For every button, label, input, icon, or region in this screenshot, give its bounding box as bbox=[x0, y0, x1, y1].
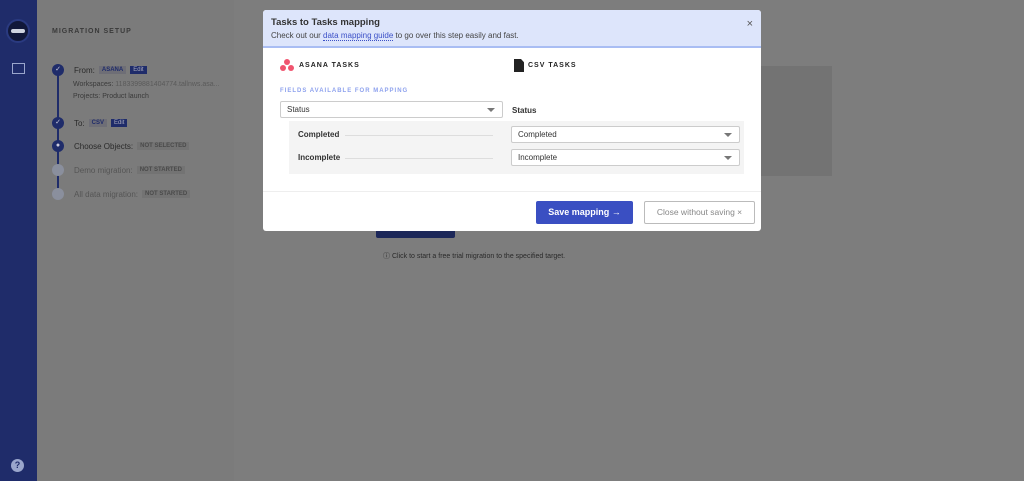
value-mapping-group: Completed Completed Incomplete Incomplet… bbox=[289, 121, 744, 174]
step-label: To: bbox=[74, 118, 85, 128]
info-icon: ⓘ bbox=[383, 253, 390, 260]
step-label: Demo migration: bbox=[74, 165, 133, 175]
workspaces-label: Workspaces: bbox=[73, 81, 114, 88]
help-icon[interactable]: ? bbox=[11, 459, 24, 472]
target-value-select[interactable]: Completed bbox=[511, 126, 740, 143]
step-label: All data migration: bbox=[74, 189, 139, 199]
edit-target-button[interactable]: Edit bbox=[111, 119, 128, 127]
step-from: ✓ From: ASANA Edit bbox=[52, 64, 147, 76]
source-field-select[interactable]: Status bbox=[280, 101, 503, 118]
target-value-select[interactable]: Incomplete bbox=[511, 149, 740, 166]
subtitle-text: to go over this step easily and fast. bbox=[393, 31, 519, 40]
edit-source-button[interactable]: Edit bbox=[130, 66, 147, 74]
step-all: All data migration: NOT STARTED bbox=[52, 188, 191, 200]
connector-line bbox=[345, 158, 493, 159]
projects-value: Product launch bbox=[102, 93, 149, 100]
status-badge: NOT STARTED bbox=[136, 166, 185, 174]
close-without-saving-button[interactable]: Close without saving × bbox=[644, 201, 755, 224]
asana-logo-icon bbox=[280, 59, 295, 72]
csv-file-icon bbox=[514, 59, 524, 72]
modal-title: Tasks to Tasks mapping bbox=[271, 17, 380, 28]
workspaces-info: Workspaces: 1183399881404774.tallnws.asa… bbox=[73, 81, 219, 88]
migration-setup-panel: MIGRATION SETUP ✓ From: ASANA Edit Workspac… bbox=[37, 0, 234, 481]
source-value: Incomplete bbox=[298, 153, 341, 162]
target-field-label: Status bbox=[512, 106, 537, 115]
fields-label: FIELDS AVAILABLE FOR MAPPING bbox=[280, 88, 409, 94]
step-label: From: bbox=[74, 65, 95, 75]
logo-icon bbox=[6, 19, 30, 43]
background-panel bbox=[760, 66, 832, 176]
step-choose: ● Choose Objects: NOT SELECTED bbox=[52, 140, 190, 152]
close-icon[interactable]: × bbox=[747, 18, 753, 30]
status-badge: NOT STARTED bbox=[142, 190, 191, 198]
save-mapping-button[interactable]: Save mapping → bbox=[536, 201, 633, 224]
source-title: ASANA TASKS bbox=[299, 62, 360, 69]
target-tag: CSV bbox=[88, 119, 108, 127]
subtitle-text: Check out our bbox=[271, 31, 324, 40]
status-badge: NOT SELECTED bbox=[137, 142, 190, 150]
modal-footer: Save mapping → Close without saving × bbox=[263, 191, 761, 231]
mapping-modal: Tasks to Tasks mapping Check out our dat… bbox=[263, 10, 761, 231]
source-value: Completed bbox=[298, 130, 340, 139]
source-tag: ASANA bbox=[98, 66, 127, 74]
panel-title: MIGRATION SETUP bbox=[52, 28, 132, 35]
hint-text: ⓘ Click to start a free trial migration … bbox=[383, 251, 565, 261]
projects-label: Projects: bbox=[73, 93, 101, 100]
target-header: CSV TASKS bbox=[514, 59, 577, 72]
modal-subtitle: Check out our data mapping guide to go o… bbox=[271, 31, 753, 41]
data-mapping-guide-link[interactable]: data mapping guide bbox=[323, 31, 394, 41]
workspaces-value: 1183399881404774.tallnws.asa... bbox=[115, 81, 220, 88]
check-icon: ✓ bbox=[52, 117, 64, 129]
connector-line bbox=[345, 135, 493, 136]
check-icon: ✓ bbox=[52, 64, 64, 76]
source-header: ASANA TASKS bbox=[280, 59, 360, 72]
step-to: ✓ To: CSV Edit bbox=[52, 117, 128, 129]
target-title: CSV TASKS bbox=[528, 62, 577, 69]
dashboard-icon[interactable] bbox=[12, 63, 25, 74]
app-rail: ? bbox=[0, 0, 37, 481]
hint-label: Click to start a free trial migration to… bbox=[391, 253, 566, 260]
pending-step-icon bbox=[52, 188, 64, 200]
current-step-icon: ● bbox=[52, 140, 64, 152]
step-demo: Demo migration: NOT STARTED bbox=[52, 164, 185, 176]
projects-info: Projects: Product launch bbox=[73, 93, 149, 100]
modal-header: Tasks to Tasks mapping Check out our dat… bbox=[263, 10, 761, 48]
step-label: Choose Objects: bbox=[74, 141, 134, 151]
pending-step-icon bbox=[52, 164, 64, 176]
